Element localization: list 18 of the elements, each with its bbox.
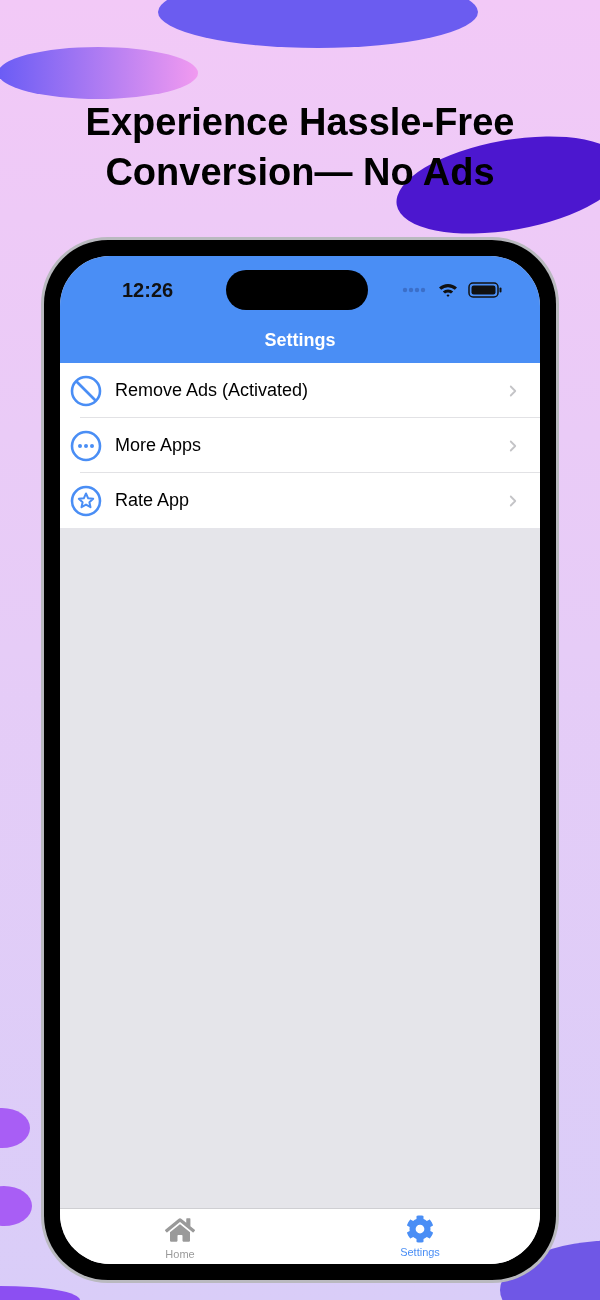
settings-row[interactable]: Rate App	[60, 473, 540, 528]
screen-title: Settings	[264, 329, 336, 352]
status-time: 12:26	[122, 278, 175, 303]
prohibited-icon	[70, 374, 102, 407]
headline: Experience Hassle-Free Conversion— No Ads	[84, 100, 516, 195]
home-icon	[165, 1215, 195, 1245]
blob-shape	[0, 1108, 30, 1148]
row-label: More Apps	[115, 434, 203, 457]
signal-icon	[402, 287, 428, 293]
settings-row[interactable]: More Apps	[60, 418, 540, 473]
battery-icon	[468, 282, 502, 298]
wifi-icon	[438, 282, 458, 298]
gear-icon	[406, 1215, 434, 1243]
row-label: Rate App	[115, 489, 191, 512]
row-label: Remove Ads (Activated)	[115, 379, 310, 402]
settings-row[interactable]: Remove Ads (Activated)	[60, 363, 540, 418]
blob-shape	[0, 1186, 32, 1226]
more-icon	[70, 429, 102, 462]
